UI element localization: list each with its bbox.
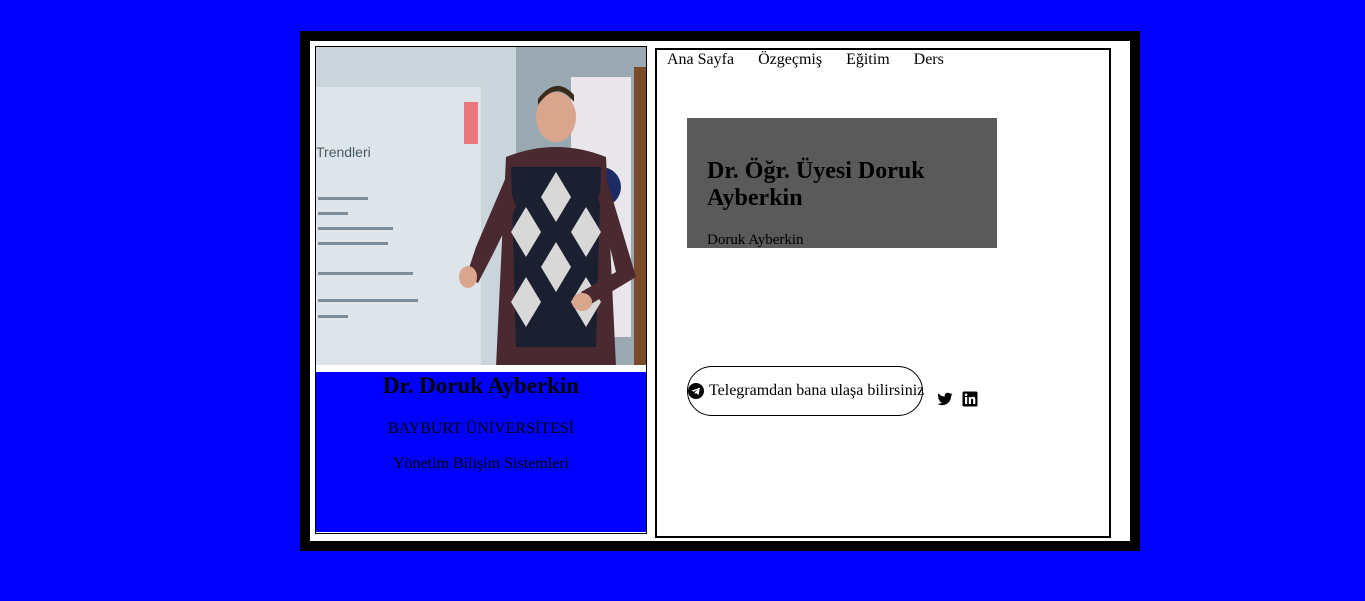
profile-photo: Trendleri (316, 47, 646, 367)
nav-item-ders[interactable]: Ders (914, 51, 944, 73)
telegram-label: Telegramdan bana ulaşa bilirsiniz (709, 382, 925, 399)
profile-info: Dr. Doruk Ayberkin BAYBURT ÜNİVERSİTESİ … (316, 372, 646, 532)
top-nav: Ana Sayfa Özgeçmiş Eğitim Ders (667, 51, 968, 73)
profile-name: Dr. Doruk Ayberkin (382, 373, 580, 398)
nav-item-egitim[interactable]: Eğitim (846, 51, 890, 73)
main-card: Ana Sayfa Özgeçmiş Eğitim Ders Dr. Öğr. … (655, 48, 1111, 538)
hero-box: Dr. Öğr. Üyesi Doruk Ayberkin Doruk Aybe… (687, 118, 997, 248)
profile-card: Trendleri Dr. Doruk Ayberkin BAYBURT ÜNİ… (315, 46, 647, 534)
photo-slide-text: Trendleri (316, 144, 371, 160)
telegram-button[interactable]: Telegramdan bana ulaşa bilirsiniz (687, 366, 925, 416)
linkedin-icon[interactable] (962, 391, 978, 407)
university-name: BAYBURT ÜNİVERSİTESİ (387, 420, 575, 437)
content-panel: Trendleri Dr. Doruk Ayberkin BAYBURT ÜNİ… (310, 41, 1130, 541)
department-name: Yönetim Bilişim Sistemleri (393, 455, 569, 472)
nav-item-ana-sayfa[interactable]: Ana Sayfa (667, 51, 734, 73)
telegram-icon (688, 383, 704, 399)
page-frame: Trendleri Dr. Doruk Ayberkin BAYBURT ÜNİ… (300, 31, 1140, 551)
twitter-icon[interactable] (937, 391, 953, 407)
hero-title: Dr. Öğr. Üyesi Doruk Ayberkin (707, 158, 925, 211)
nav-item-ozgecmis[interactable]: Özgeçmiş (758, 51, 822, 73)
hero-subtitle: Doruk Ayberkin (707, 232, 804, 248)
